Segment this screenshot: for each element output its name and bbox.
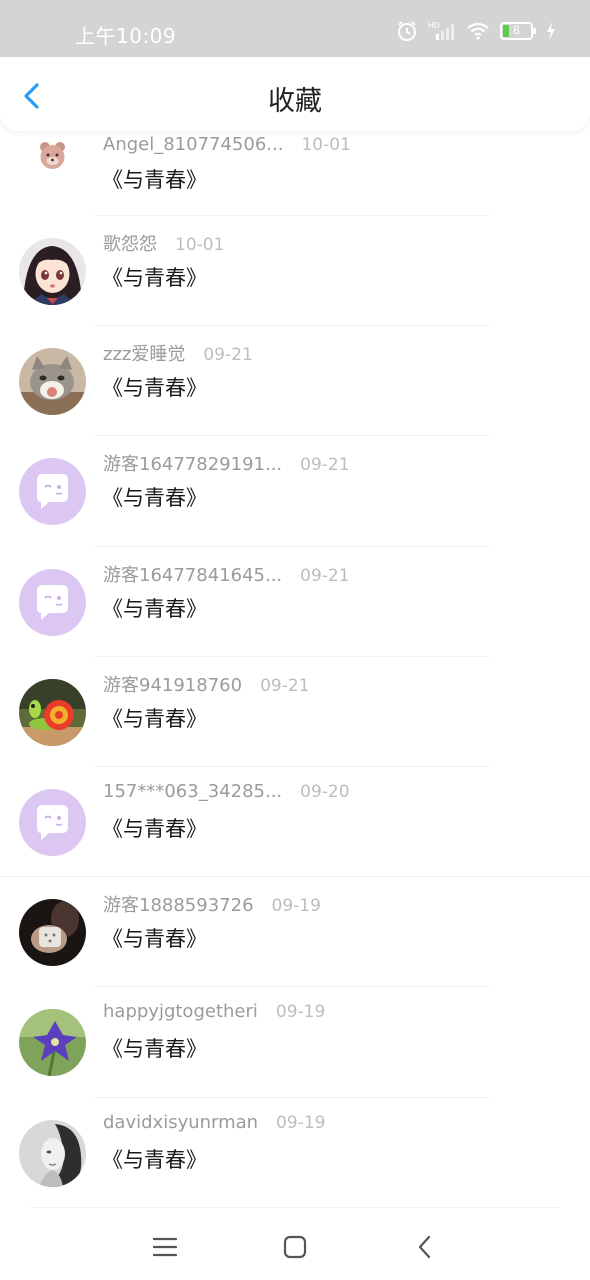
cat-avatar	[19, 348, 86, 416]
chat-bubble-icon	[19, 568, 86, 636]
item-meta: 歌怨怨 10-01	[103, 230, 224, 256]
item-title: 《与青春》	[102, 266, 207, 290]
item-date: 10-01	[301, 135, 351, 155]
battery-icon: 8	[500, 22, 536, 40]
item-username: 157***063_34285...	[103, 780, 283, 802]
list-item[interactable]: 游客16477841645... 09-21 《与青春》	[0, 547, 590, 657]
menu-button[interactable]	[150, 1232, 180, 1262]
header: 收藏	[0, 57, 590, 131]
item-date: 09-19	[275, 1002, 326, 1023]
item-meta: davidxisyunrman 09-19	[103, 1112, 326, 1133]
list-item[interactable]: zzz爱睡觉 09-21 《与青春》	[0, 326, 590, 437]
item-date: 09-21	[300, 565, 350, 586]
item-date: 09-19	[276, 1112, 326, 1133]
signal-icon: HD	[428, 21, 454, 40]
item-title: 《与青春》	[102, 168, 207, 192]
list-item[interactable]: 游客941918760 09-21 《与青春》	[0, 657, 590, 767]
item-meta: happyjgtogetheri 09-19	[103, 1001, 325, 1022]
item-date: 09-21	[260, 675, 310, 696]
item-username: 游客16477841645...	[103, 564, 283, 586]
item-meta: zzz爱睡觉 09-21	[103, 340, 253, 366]
list-item[interactable]: davidxisyunrman 09-19 《与青春》	[0, 1098, 590, 1208]
item-date: 10-01	[175, 235, 225, 255]
home-square-icon	[283, 1235, 307, 1259]
page-title: 收藏	[268, 86, 322, 117]
anime-girl-avatar	[19, 238, 86, 305]
list-item[interactable]: happyjgtogetheri 09-19 《与青春》	[0, 987, 590, 1098]
alarm-icon	[398, 21, 416, 41]
list-item[interactable]: 游客1888593726 09-19 《与青春》	[0, 877, 590, 988]
item-username: happyjgtogetheri	[103, 1001, 258, 1023]
item-meta: 游客941918760 09-21	[103, 671, 309, 697]
item-meta: 游客1888593726 09-19	[103, 891, 321, 917]
item-date: 09-20	[300, 781, 350, 802]
item-title: 《与青春》	[102, 376, 207, 401]
item-username: Angel_810774506...	[103, 134, 284, 155]
item-date: 09-21	[300, 455, 350, 476]
snail-avatar	[19, 678, 86, 746]
bw-portrait-avatar	[19, 1119, 86, 1187]
status-time: 上午10:09	[75, 24, 177, 48]
item-date: 09-21	[203, 345, 253, 366]
chat-bubble-icon	[19, 458, 86, 526]
item-username: zzz爱睡觉	[103, 344, 186, 366]
default-chat-avatar	[19, 568, 86, 636]
item-title: 《与青春》	[102, 1147, 207, 1172]
charging-icon	[547, 22, 555, 40]
item-username: davidxisyunrman	[103, 1111, 259, 1133]
item-date: 09-19	[271, 896, 321, 917]
item-title: 《与青春》	[102, 596, 207, 621]
item-title: 《与青春》	[102, 1037, 207, 1062]
item-title: 《与青春》	[102, 816, 207, 841]
home-button[interactable]	[280, 1232, 310, 1262]
default-chat-avatar	[19, 788, 86, 856]
item-meta: 游客16477829191... 09-21	[103, 450, 350, 476]
battery-level: 8	[513, 23, 520, 37]
bear-avatar	[19, 122, 86, 189]
flower-avatar	[19, 1009, 86, 1077]
status-bar: 上午10:09 HD 8	[0, 0, 590, 57]
item-meta: 游客16477841645... 09-21	[103, 561, 350, 587]
list-item[interactable]: 游客16477829191... 09-21 《与青春》	[0, 436, 590, 547]
item-username: 游客1888593726	[103, 895, 254, 917]
hand-photo-avatar	[19, 899, 86, 967]
system-back-button[interactable]	[410, 1232, 440, 1262]
favorites-list: Angel_810774506... 10-01 《与青春》 歌怨怨 10-01…	[0, 122, 590, 1208]
divider	[30, 1206, 560, 1208]
default-chat-avatar	[19, 458, 86, 526]
item-username: 游客941918760	[103, 674, 243, 696]
list-item[interactable]: Angel_810774506... 10-01 《与青春》	[0, 122, 590, 216]
hd-label: HD	[428, 21, 440, 30]
wifi-icon	[467, 22, 489, 40]
item-title: 《与青春》	[102, 927, 207, 952]
item-username: 游客16477829191...	[103, 454, 283, 476]
system-nav-bar	[0, 1210, 590, 1280]
item-title: 《与青春》	[102, 486, 207, 511]
list-item[interactable]: 157***063_34285... 09-20 《与青春》	[0, 767, 590, 878]
item-meta: 157***063_34285... 09-20	[103, 781, 350, 802]
chat-bubble-icon	[19, 788, 86, 856]
item-title: 《与青春》	[102, 706, 207, 731]
item-username: 歌怨怨	[103, 234, 157, 255]
menu-icon	[152, 1237, 178, 1257]
item-meta: Angel_810774506... 10-01	[103, 134, 351, 155]
status-icons: HD 8	[396, 20, 556, 42]
list-item[interactable]: 歌怨怨 10-01 《与青春》	[0, 216, 590, 327]
chevron-left-icon	[418, 1235, 431, 1259]
